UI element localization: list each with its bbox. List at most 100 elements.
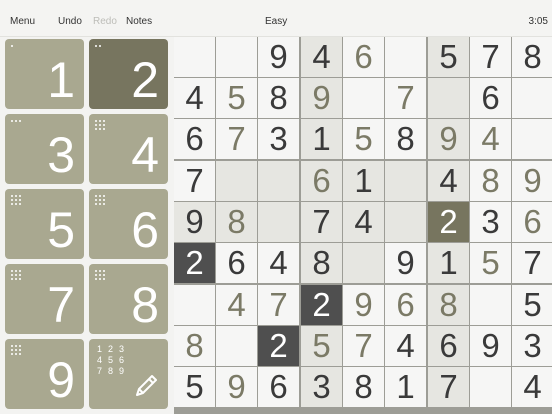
digit-tile-2[interactable]: 2 (89, 39, 168, 109)
board-cell[interactable]: 7 (258, 285, 299, 325)
digit-tile-7[interactable]: 7 (5, 264, 84, 334)
board-cell[interactable]: 3 (512, 326, 552, 366)
board-cell[interactable] (216, 161, 257, 201)
board-cell[interactable]: 6 (512, 202, 552, 242)
board-cell[interactable]: 9 (385, 243, 426, 283)
notes-mode-tile[interactable]: 1 2 3 4 5 6 7 8 9 (89, 339, 168, 409)
board-cell[interactable]: 9 (216, 367, 257, 407)
board-cell[interactable]: 1 (343, 161, 384, 201)
board-cell[interactable]: 9 (301, 78, 342, 118)
board-cell[interactable]: 5 (470, 243, 511, 283)
board-cell[interactable]: 5 (343, 119, 384, 159)
board-cell[interactable] (512, 119, 552, 159)
board-cell[interactable]: 9 (343, 285, 384, 325)
board-cell[interactable] (385, 161, 426, 201)
board-cell[interactable]: 9 (428, 119, 469, 159)
board-cell[interactable]: 6 (258, 367, 299, 407)
board-cell[interactable] (428, 78, 469, 118)
board-cell[interactable]: 2 (428, 202, 469, 242)
menu-button[interactable]: Menu (10, 16, 35, 28)
digit-tile-5[interactable]: 5 (5, 189, 84, 259)
board-cell[interactable] (258, 161, 299, 201)
board-cell[interactable] (385, 202, 426, 242)
board-cell[interactable] (470, 285, 511, 325)
board-cell[interactable]: 7 (301, 202, 342, 242)
board-cell[interactable]: 9 (174, 202, 215, 242)
board-cell[interactable] (470, 367, 511, 407)
board-cell[interactable]: 6 (343, 37, 384, 77)
board-cell[interactable]: 6 (385, 285, 426, 325)
board-cell[interactable]: 8 (385, 119, 426, 159)
digit-tile-label: 8 (131, 277, 159, 333)
digit-tile-label: 9 (47, 352, 75, 408)
board-cell[interactable]: 8 (428, 285, 469, 325)
board-cell[interactable]: 2 (258, 326, 299, 366)
board-cell[interactable]: 4 (470, 119, 511, 159)
digit-tile-6[interactable]: 6 (89, 189, 168, 259)
board-cell[interactable] (174, 37, 215, 77)
board-cell[interactable]: 4 (343, 202, 384, 242)
board-cell[interactable]: 7 (385, 78, 426, 118)
board-cell[interactable]: 1 (385, 367, 426, 407)
note-digit: 9 (118, 366, 124, 376)
remaining-count-dots (11, 195, 21, 205)
board-cell[interactable]: 6 (301, 161, 342, 201)
board-cell[interactable] (174, 285, 215, 325)
board-cell[interactable]: 5 (428, 37, 469, 77)
board-cell[interactable]: 1 (301, 119, 342, 159)
digit-tile-3[interactable]: 3 (5, 114, 84, 184)
board-cell[interactable] (258, 202, 299, 242)
board-cell[interactable]: 4 (512, 367, 552, 407)
digit-tile-9[interactable]: 9 (5, 339, 84, 409)
board-cell[interactable]: 7 (512, 243, 552, 283)
board-cell[interactable]: 8 (343, 367, 384, 407)
board-cell[interactable]: 7 (428, 367, 469, 407)
board-cell[interactable]: 8 (216, 202, 257, 242)
board-cell[interactable]: 8 (470, 161, 511, 201)
board-cell[interactable] (512, 78, 552, 118)
board-cell[interactable]: 3 (258, 119, 299, 159)
board-cell[interactable]: 6 (216, 243, 257, 283)
board-cell[interactable]: 8 (174, 326, 215, 366)
redo-button[interactable]: Redo (93, 16, 117, 28)
board-cell[interactable] (343, 243, 384, 283)
board-cell[interactable]: 4 (174, 78, 215, 118)
board-cell[interactable]: 7 (343, 326, 384, 366)
board-cell[interactable]: 1 (428, 243, 469, 283)
board-cell[interactable]: 9 (258, 37, 299, 77)
board-cell[interactable]: 8 (512, 37, 552, 77)
board-cell[interactable]: 4 (216, 285, 257, 325)
board-cell[interactable]: 6 (470, 78, 511, 118)
board-cell[interactable]: 9 (512, 161, 552, 201)
undo-button[interactable]: Undo (58, 16, 82, 28)
board-cell[interactable]: 7 (216, 119, 257, 159)
board-cell[interactable]: 3 (301, 367, 342, 407)
digit-tile-1[interactable]: 1 (5, 39, 84, 109)
board-cell[interactable]: 4 (428, 161, 469, 201)
board-cell[interactable]: 5 (512, 285, 552, 325)
board-cell[interactable]: 7 (174, 161, 215, 201)
board-cell[interactable]: 2 (174, 243, 215, 283)
board-cell[interactable]: 2 (301, 285, 342, 325)
board-cell[interactable]: 3 (470, 202, 511, 242)
board-cell[interactable] (385, 37, 426, 77)
board-cell[interactable]: 9 (470, 326, 511, 366)
board-cell[interactable]: 8 (258, 78, 299, 118)
board-cell[interactable]: 4 (258, 243, 299, 283)
board-cell[interactable]: 8 (301, 243, 342, 283)
board-cell[interactable] (216, 37, 257, 77)
board-cell[interactable]: 6 (174, 119, 215, 159)
board-cell[interactable]: 4 (385, 326, 426, 366)
board-cell[interactable]: 4 (301, 37, 342, 77)
board-cell[interactable] (216, 326, 257, 366)
digit-tile-8[interactable]: 8 (89, 264, 168, 334)
board-cell[interactable]: 5 (301, 326, 342, 366)
board-cell[interactable]: 5 (174, 367, 215, 407)
board-cell[interactable]: 5 (216, 78, 257, 118)
board-cell[interactable]: 7 (470, 37, 511, 77)
digit-tile-4[interactable]: 4 (89, 114, 168, 184)
board-cell[interactable]: 6 (428, 326, 469, 366)
notes-button[interactable]: Notes (126, 16, 152, 28)
board-cell[interactable] (343, 78, 384, 118)
remaining-count-dots (95, 120, 105, 130)
